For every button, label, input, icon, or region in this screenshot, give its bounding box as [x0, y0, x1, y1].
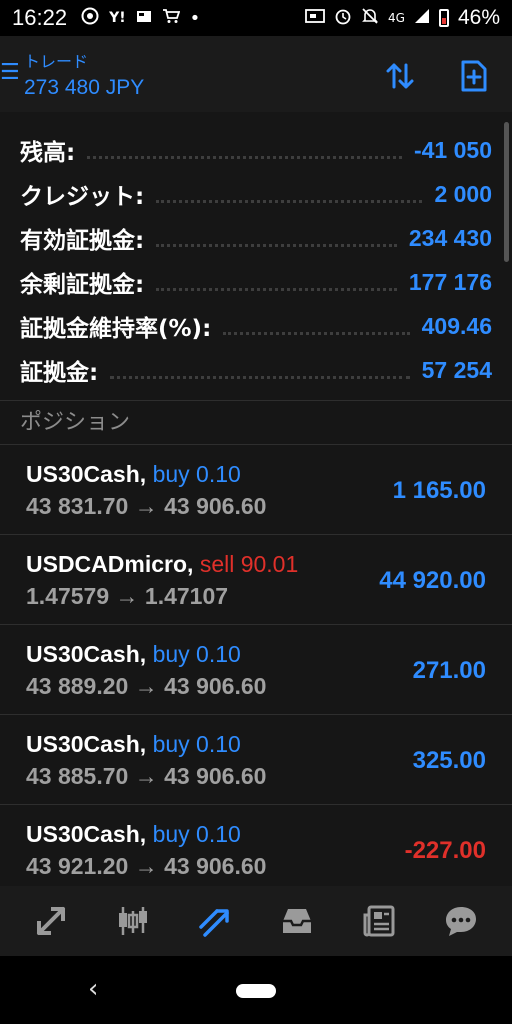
- position-row[interactable]: US30Cash, buy 0.10 43 831.70 → 43 906.60…: [0, 444, 512, 534]
- quotes-icon: [37, 907, 65, 935]
- leader-dots: [87, 155, 402, 159]
- summary-value: 234 430: [408, 224, 492, 251]
- system-nav-bar: ‹: [0, 956, 512, 1024]
- signal-icon: [414, 8, 430, 28]
- summary-row-margin-level: 証拠金維持率(%): 409.46: [0, 304, 512, 348]
- position-symbol-line: US30Cash, buy 0.10: [26, 821, 241, 848]
- sort-button[interactable]: [382, 58, 418, 94]
- position-profit: 44 920.00: [379, 567, 486, 594]
- divider: [0, 400, 512, 401]
- chart-tab[interactable]: [109, 897, 157, 945]
- status-time: 16:22: [12, 5, 68, 30]
- summary-label: 証拠金:: [20, 360, 99, 386]
- account-summary: 残高: -41 050 クレジット: 2 000 有効証拠金: 234 430 …: [0, 128, 512, 392]
- chart-icon: [119, 907, 147, 935]
- summary-value: -41 050: [413, 136, 492, 163]
- position-row[interactable]: US30Cash, buy 0.10 43 885.70 → 43 906.60…: [0, 714, 512, 804]
- trade-tab[interactable]: [191, 897, 239, 945]
- position-symbol: US30Cash,: [26, 821, 147, 847]
- chat-icon: [446, 907, 476, 936]
- app-header: ☰ トレード 273 480 JPY: [0, 36, 512, 112]
- summary-value: 57 254: [421, 356, 492, 383]
- position-symbol: USDCADmicro,: [26, 551, 194, 577]
- position-prices: 43 885.70 → 43 906.60: [26, 763, 267, 789]
- mute-icon: [361, 7, 379, 29]
- position-symbol: US30Cash,: [26, 461, 147, 487]
- menu-icon[interactable]: ☰: [0, 62, 20, 84]
- bottom-toolbar: [0, 886, 512, 956]
- position-side: buy 0.10: [152, 821, 241, 847]
- network-label: 4G: [388, 11, 405, 25]
- summary-label: 有効証拠金:: [20, 228, 145, 254]
- news-tab[interactable]: [355, 897, 403, 945]
- chrome-icon: [81, 7, 99, 29]
- status-left-icons: Y! •: [81, 7, 200, 29]
- summary-row-margin: 証拠金: 57 254: [0, 348, 512, 392]
- position-row[interactable]: US30Cash, buy 0.10 43 921.20 → 43 906.60…: [0, 804, 512, 886]
- trade-content[interactable]: 残高: -41 050 クレジット: 2 000 有効証拠金: 234 430 …: [0, 112, 512, 886]
- yahoo-icon: Y!: [109, 10, 126, 26]
- position-prices: 43 889.20 → 43 906.60: [26, 673, 267, 699]
- position-symbol-line: US30Cash, buy 0.10: [26, 641, 241, 668]
- summary-label: 余剰証拠金:: [20, 272, 145, 298]
- summary-row-free-margin: 余剰証拠金: 177 176: [0, 260, 512, 304]
- quotes-tab[interactable]: [27, 897, 75, 945]
- position-prices: 43 921.20 → 43 906.60: [26, 853, 267, 879]
- page-title: トレード: [24, 54, 89, 71]
- position-side: buy 0.10: [152, 461, 241, 487]
- position-side: buy 0.10: [152, 731, 241, 757]
- positions-header: ポジション: [20, 410, 131, 435]
- leader-dots: [156, 243, 397, 247]
- position-symbol-line: USDCADmicro, sell 90.01: [26, 551, 298, 578]
- summary-value: 177 176: [408, 268, 492, 295]
- leader-dots: [156, 199, 423, 203]
- summary-label: 証拠金維持率(%):: [20, 316, 212, 342]
- position-side: sell 90.01: [199, 551, 299, 577]
- news-icon: [363, 905, 395, 937]
- position-symbol-line: US30Cash, buy 0.10: [26, 461, 241, 488]
- summary-label: 残高:: [20, 140, 76, 166]
- position-prices: 43 831.70 → 43 906.60: [26, 493, 267, 519]
- position-prices: 1.47579 → 1.47107: [26, 583, 229, 609]
- header-balance: 273 480 JPY: [24, 76, 145, 99]
- position-side: buy 0.10: [152, 641, 241, 667]
- status-right-icons: 4G 46%: [305, 6, 500, 30]
- new-order-icon: [461, 60, 487, 92]
- position-row[interactable]: US30Cash, buy 0.10 43 889.20 → 43 906.60…: [0, 624, 512, 714]
- battery-icon: [438, 9, 449, 27]
- position-profit: -227.00: [404, 837, 486, 864]
- position-row[interactable]: USDCADmicro, sell 90.01 1.47579 → 1.4710…: [0, 534, 512, 624]
- leader-dots: [223, 331, 410, 335]
- leader-dots: [110, 375, 410, 379]
- trade-icon: [199, 909, 229, 937]
- position-symbol: US30Cash,: [26, 641, 147, 667]
- status-bar: 16:22 Y! • 4G 46%: [0, 0, 512, 36]
- news-icon: [136, 8, 152, 28]
- new-order-button[interactable]: [456, 58, 492, 94]
- position-symbol: US30Cash,: [26, 731, 147, 757]
- history-tab[interactable]: [273, 897, 321, 945]
- position-profit: 1 165.00: [392, 477, 486, 504]
- summary-value: 2 000: [434, 180, 492, 207]
- chat-tab[interactable]: [437, 897, 485, 945]
- leader-dots: [156, 287, 397, 291]
- summary-label: クレジット:: [20, 184, 145, 210]
- summary-row-balance: 残高: -41 050: [0, 128, 512, 172]
- summary-row-credit: クレジット: 2 000: [0, 172, 512, 216]
- summary-value: 409.46: [421, 312, 492, 339]
- summary-row-equity: 有効証拠金: 234 430: [0, 216, 512, 260]
- positions-list: US30Cash, buy 0.10 43 831.70 → 43 906.60…: [0, 444, 512, 886]
- dot-icon: •: [189, 7, 201, 29]
- back-icon[interactable]: ‹: [88, 974, 98, 1004]
- cart-icon: [162, 8, 180, 28]
- sort-icon: [386, 63, 414, 89]
- position-symbol-line: US30Cash, buy 0.10: [26, 731, 241, 758]
- cast-icon: [305, 8, 325, 28]
- position-profit: 271.00: [412, 657, 486, 684]
- position-profit: 325.00: [412, 747, 486, 774]
- battery-percent: 46%: [457, 6, 500, 29]
- alarm-icon: [334, 7, 352, 29]
- home-handle[interactable]: [236, 984, 276, 998]
- history-icon: [283, 909, 311, 933]
